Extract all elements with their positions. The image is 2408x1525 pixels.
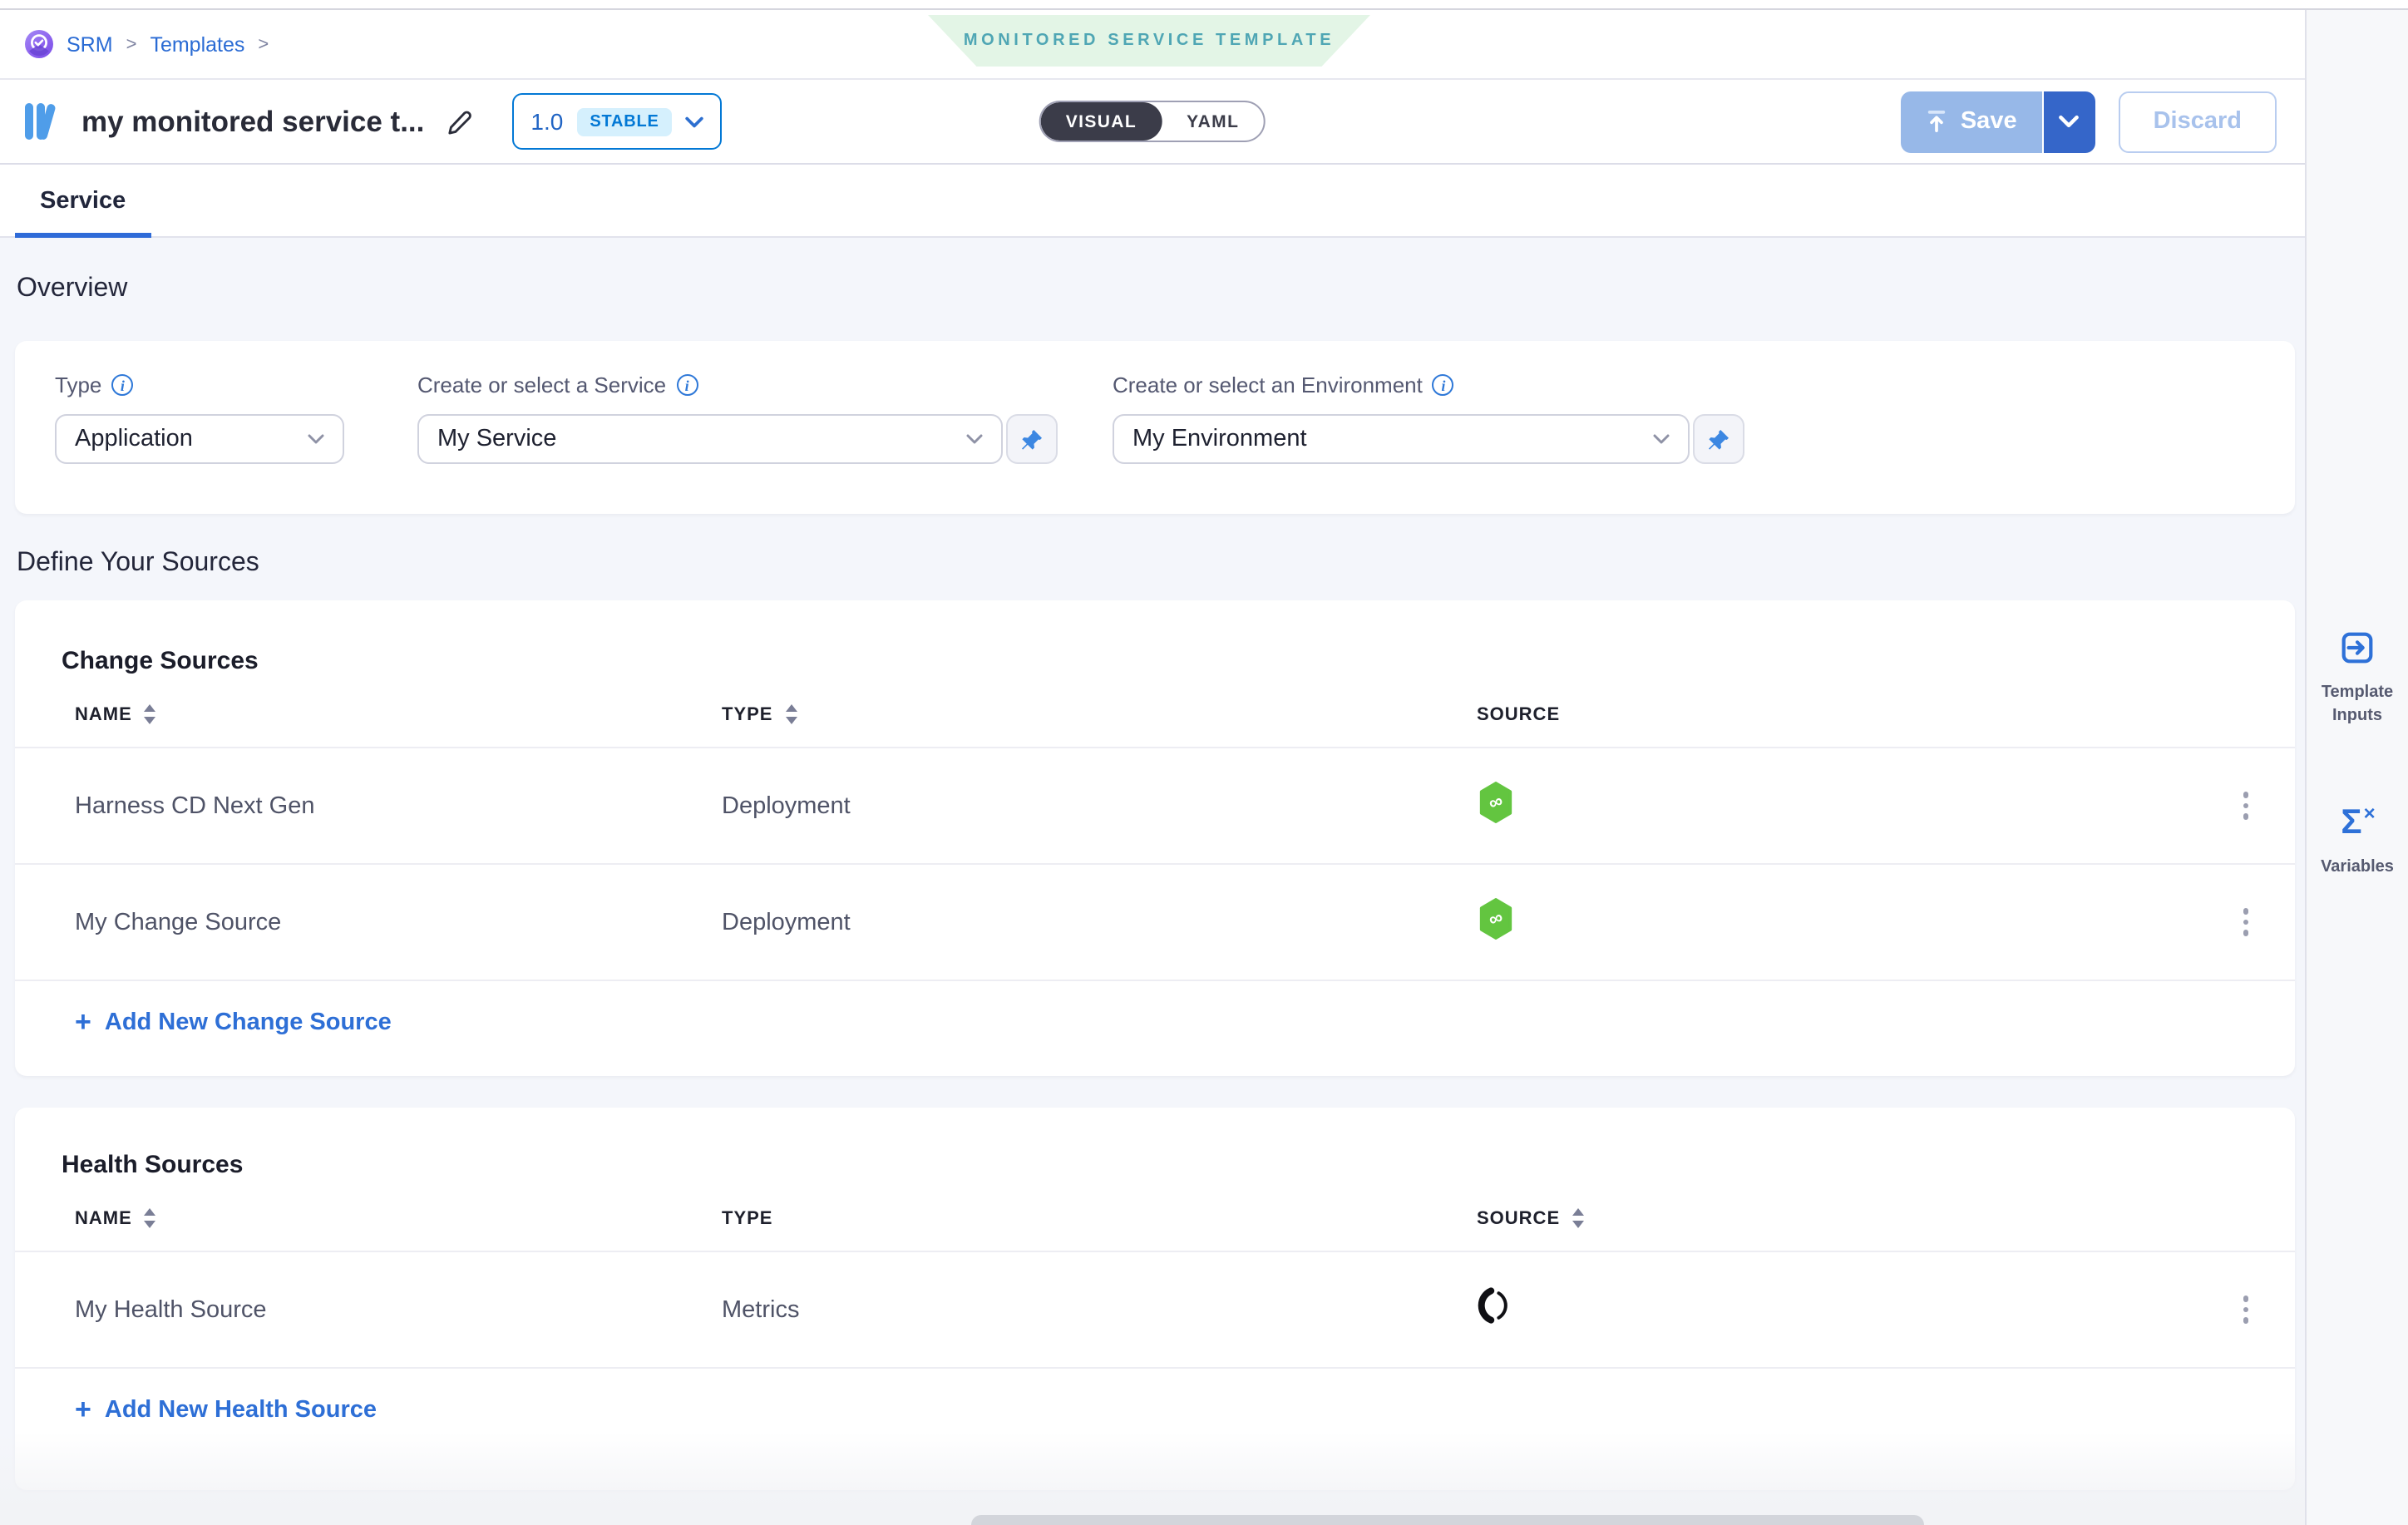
info-icon[interactable]: i [676, 374, 698, 396]
upload-icon [1926, 110, 1947, 133]
row-menu-button[interactable] [2229, 1286, 2262, 1334]
health-source-type: Metrics [722, 1296, 1477, 1323]
service-field-group: Create or select a Service i My Service [417, 373, 1058, 464]
harness-deployment-icon: ∞ [1477, 781, 2169, 831]
breadcrumb-separator: > [126, 34, 137, 54]
table-row[interactable]: Harness CD Next Gen Deployment ∞ [15, 748, 2295, 865]
monitored-service-template-badge: MONITORED SERVICE TEMPLATE [928, 15, 1370, 67]
right-rail: Template Inputs Σ× Variables [2305, 10, 2408, 1525]
type-label: Type [55, 373, 101, 397]
change-sources-card: Change Sources NAME TYPE SOURCE [15, 600, 2295, 1076]
variables-label: Variables [2311, 856, 2404, 879]
chevron-down-icon [2060, 115, 2080, 128]
template-title: my monitored service t... [81, 104, 424, 139]
info-icon[interactable]: i [1433, 374, 1454, 396]
version-status-badge: STABLE [576, 107, 672, 136]
health-source-name: My Health Source [75, 1296, 722, 1323]
top-divider [0, 0, 2408, 10]
column-header-type[interactable]: TYPE [722, 1207, 1477, 1229]
pencil-icon [445, 107, 473, 136]
change-sources-table-header: NAME TYPE SOURCE [15, 703, 2295, 748]
table-row[interactable]: My Change Source Deployment ∞ [15, 865, 2295, 981]
pin-service-button[interactable] [1006, 414, 1058, 464]
column-header-source[interactable]: SOURCE [1477, 1207, 2169, 1229]
overview-card: Typei Application Create or select a Ser… [15, 341, 2295, 514]
sort-icon [1572, 1207, 1585, 1229]
health-sources-table-header: NAME TYPE SOURCE [15, 1207, 2295, 1252]
template-content: Overview Typei Application [0, 238, 2305, 1525]
save-options-button[interactable] [2044, 91, 2095, 152]
breadcrumb-link-srm[interactable]: SRM [67, 32, 113, 56]
chevron-down-icon [966, 434, 983, 444]
tab-bar: Service [0, 165, 2305, 238]
column-header-name[interactable]: NAME [75, 1207, 722, 1229]
health-sources-title: Health Sources [15, 1151, 2295, 1179]
plus-icon: + [75, 1008, 91, 1036]
type-select[interactable]: Application [55, 414, 344, 464]
bottom-panel-edge [971, 1515, 1924, 1525]
save-button[interactable]: Save [1901, 91, 2044, 152]
app-window: SRM > Templates > MONITORED SERVICE TEMP… [0, 0, 2408, 1525]
variables-button[interactable]: Σ× Variables [2307, 802, 2408, 879]
info-icon[interactable]: i [111, 374, 133, 396]
sort-icon [784, 703, 797, 725]
save-label: Save [1961, 108, 2017, 135]
toggle-yaml[interactable]: YAML [1162, 102, 1264, 141]
row-menu-button[interactable] [2229, 899, 2262, 946]
change-source-name: Harness CD Next Gen [75, 792, 722, 819]
row-menu-button[interactable] [2229, 782, 2262, 830]
discard-button[interactable]: Discard [2119, 91, 2277, 152]
environment-select[interactable]: My Environment [1113, 414, 1690, 464]
template-header: my monitored service t... 1.0 STABLE VIS… [0, 80, 2305, 165]
column-header-type[interactable]: TYPE [722, 703, 1477, 725]
breadcrumb: SRM > Templates > MONITORED SERVICE TEMP… [0, 10, 2305, 80]
environment-field-group: Create or select an Environment i My Envi… [1113, 373, 1744, 464]
define-sources-heading: Define Your Sources [17, 549, 2295, 579]
add-change-source-button[interactable]: + Add New Change Source [15, 981, 392, 1076]
chevron-down-icon [1653, 434, 1670, 444]
pushpin-icon [1019, 427, 1044, 452]
breadcrumb-link-templates[interactable]: Templates [150, 32, 244, 56]
edit-title-button[interactable] [442, 105, 476, 138]
sort-icon [144, 1207, 157, 1229]
overview-heading: Overview [17, 274, 2295, 304]
save-split-button[interactable]: Save [1901, 91, 2095, 152]
change-source-type: Deployment [722, 792, 1477, 819]
appdynamics-icon [1477, 1287, 2169, 1332]
add-health-source-button[interactable]: + Add New Health Source [15, 1369, 377, 1463]
column-header-name[interactable]: NAME [75, 703, 722, 725]
toggle-visual[interactable]: VISUAL [1041, 102, 1162, 141]
service-select[interactable]: My Service [417, 414, 1003, 464]
harness-deployment-icon: ∞ [1477, 897, 2169, 947]
type-field-group: Typei Application [55, 373, 344, 464]
column-header-source[interactable]: SOURCE [1477, 703, 2169, 725]
version-number: 1.0 [530, 108, 563, 135]
environment-label: Create or select an Environment [1113, 373, 1423, 397]
change-sources-title: Change Sources [15, 647, 2295, 675]
plus-icon: + [75, 1395, 91, 1424]
change-source-name: My Change Source [75, 909, 722, 935]
pin-environment-button[interactable] [1693, 414, 1744, 464]
chevron-down-icon [308, 434, 324, 444]
template-library-icon [23, 101, 67, 141]
sort-icon [144, 703, 157, 725]
pushpin-icon [1706, 427, 1731, 452]
service-label: Create or select a Service [417, 373, 666, 397]
breadcrumb-separator: > [258, 34, 269, 54]
chevron-down-icon [686, 116, 704, 127]
health-sources-card: Health Sources NAME TYPE SOURCE [15, 1108, 2295, 1490]
template-inputs-button[interactable]: Template Inputs [2307, 629, 2408, 727]
table-row[interactable]: My Health Source Metrics [15, 1252, 2295, 1369]
version-selector[interactable]: 1.0 STABLE [512, 93, 722, 150]
visual-yaml-toggle[interactable]: VISUAL YAML [1039, 101, 1266, 142]
variables-icon: Σ× [2341, 802, 2373, 841]
template-inputs-label: Template Inputs [2311, 682, 2404, 727]
template-inputs-icon [2338, 629, 2376, 667]
change-source-type: Deployment [722, 909, 1477, 935]
tab-service[interactable]: Service [15, 165, 150, 236]
srm-logo-icon [25, 30, 53, 58]
